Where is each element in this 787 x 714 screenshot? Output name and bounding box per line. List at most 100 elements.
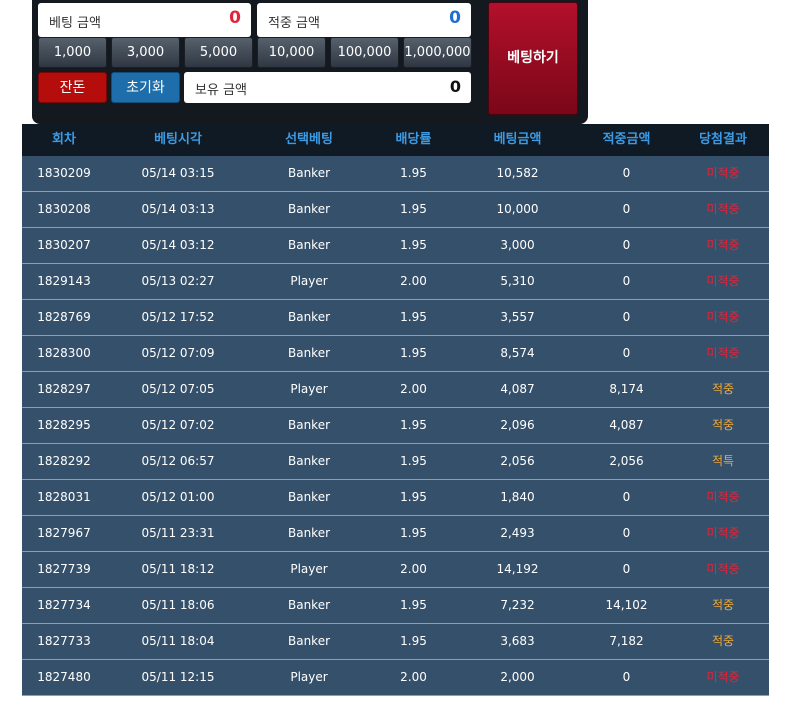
cell-round: 1827733: [37, 634, 91, 648]
table-row: 1827480 05/11 12:15 Player 2.00 2,000 0 미적중: [22, 660, 769, 696]
cell-bet-time: 05/14 03:13: [141, 202, 215, 216]
cell-odds: 1.95: [400, 490, 427, 504]
cell-odds: 1.95: [400, 202, 427, 216]
cell-round: 1827739: [37, 562, 91, 576]
table-row: 1830207 05/14 03:12 Banker 1.95 3,000 0 미적중: [22, 228, 769, 264]
cell-bet-amount: 4,087: [500, 382, 535, 396]
cell-result: 미적중: [706, 346, 740, 360]
cell-round: 1828295: [37, 418, 91, 432]
cell-selection: Banker: [287, 418, 331, 432]
table-row: 1828297 05/12 07:05 Player 2.00 4,087 8,174 적중: [22, 372, 769, 408]
table-row: 1827739 05/11 18:12 Player 2.00 14,192 0 미적중: [22, 552, 769, 588]
header-win-amount: 적중금액: [602, 132, 651, 147]
cell-win-amount: 0: [622, 274, 631, 288]
cell-bet-time: 05/12 01:00: [141, 490, 215, 504]
table-body: 1830209 05/14 03:15 Banker 1.95 10,582 0 미적중 18…: [22, 156, 769, 696]
cell-result: 적중: [711, 418, 735, 432]
cell-bet-time: 05/13 02:27: [141, 274, 215, 288]
cell-bet-amount: 5,310: [500, 274, 535, 288]
cell-win-amount: 0: [622, 490, 631, 504]
balance-button[interactable]: 잔돈: [38, 72, 107, 103]
chip-10000-button[interactable]: 10,000: [257, 37, 326, 68]
header-bet-amount: 베팅금액: [493, 132, 542, 147]
header-result: 당첨결과: [699, 132, 747, 147]
cell-round: 1828031: [37, 490, 91, 504]
cell-odds: 2.00: [400, 382, 427, 396]
cell-bet-time: 05/14 03:15: [141, 166, 215, 180]
cell-win-amount: 0: [622, 562, 631, 576]
cell-odds: 1.95: [400, 166, 427, 180]
cell-odds: 1.95: [400, 634, 427, 648]
cell-selection: Player: [290, 382, 328, 396]
table-row: 1827733 05/11 18:04 Banker 1.95 3,683 7,182 적중: [22, 624, 769, 660]
cell-bet-amount: 2,096: [500, 418, 535, 432]
cell-bet-time: 05/11 12:15: [141, 670, 215, 684]
cell-odds: 1.95: [400, 598, 427, 612]
holding-amount-field: 보유 금액 0: [184, 72, 471, 103]
reset-button[interactable]: 초기화: [111, 72, 180, 103]
table-row: 1827967 05/11 23:31 Banker 1.95 2,493 0 미적중: [22, 516, 769, 552]
cell-bet-amount: 2,000: [500, 670, 535, 684]
cell-result: 미적중: [706, 202, 740, 216]
table-row: 1830209 05/14 03:15 Banker 1.95 10,582 0 미적중: [22, 156, 769, 192]
cell-round: 1829143: [37, 274, 91, 288]
cell-bet-amount: 8,574: [500, 346, 535, 360]
cell-result: 미적중: [706, 310, 740, 324]
table-row: 1828769 05/12 17:52 Banker 1.95 3,557 0 미적중: [22, 300, 769, 336]
cell-bet-time: 05/12 17:52: [141, 310, 215, 324]
cell-win-amount: 0: [622, 346, 631, 360]
cell-bet-time: 05/12 06:57: [141, 454, 215, 468]
cell-round: 1827734: [37, 598, 91, 612]
cell-bet-time: 05/12 07:05: [141, 382, 215, 396]
cell-bet-time: 05/12 07:09: [141, 346, 215, 360]
table-row: 1828295 05/12 07:02 Banker 1.95 2,096 4,087 적중: [22, 408, 769, 444]
cell-win-amount: 0: [622, 310, 631, 324]
cell-bet-time: 05/11 18:04: [141, 634, 215, 648]
cell-bet-time: 05/14 03:12: [141, 238, 215, 252]
bet-amount-value: 0: [229, 8, 241, 28]
cell-win-amount: 0: [622, 526, 631, 540]
cell-round: 1827967: [37, 526, 91, 540]
cell-selection: Banker: [287, 310, 331, 324]
chip-5000-button[interactable]: 5,000: [184, 37, 253, 68]
chip-3000-button[interactable]: 3,000: [111, 37, 180, 68]
header-selection: 선택베팅: [285, 132, 333, 147]
cell-round: 1828300: [37, 346, 91, 360]
place-bet-button[interactable]: 베팅하기: [488, 2, 578, 115]
cell-bet-amount: 2,056: [500, 454, 535, 468]
cell-selection: Banker: [287, 598, 331, 612]
cell-result: 미적중: [706, 562, 740, 576]
chip-1000-button[interactable]: 1,000: [38, 37, 107, 68]
table-row: 1827734 05/11 18:06 Banker 1.95 7,232 14,102 적…: [22, 588, 769, 624]
cell-win-amount: 8,174: [609, 382, 644, 396]
cell-round: 1830208: [37, 202, 91, 216]
cell-win-amount: 7,182: [609, 634, 644, 648]
chip-100000-button[interactable]: 100,000: [330, 37, 399, 68]
cell-bet-amount: 10,582: [496, 166, 539, 180]
cell-round: 1827480: [37, 670, 91, 684]
bet-history-table: 회차 베팅시각 선택베팅 배당률 베팅금액 적중금액 당첨결과 1830209 0…: [22, 124, 769, 696]
cell-odds: 1.95: [400, 418, 427, 432]
bet-amount-field[interactable]: 베팅 금액 0: [38, 3, 251, 37]
cell-selection: Player: [290, 274, 328, 288]
cell-selection: Player: [290, 670, 328, 684]
cell-round: 1830207: [37, 238, 91, 252]
cell-bet-amount: 2,493: [500, 526, 535, 540]
cell-bet-amount: 3,683: [500, 634, 535, 648]
cell-result: 미적중: [706, 166, 740, 180]
cell-bet-time: 05/12 07:02: [141, 418, 215, 432]
table-row: 1828300 05/12 07:09 Banker 1.95 8,574 0 미적중: [22, 336, 769, 372]
cell-selection: Banker: [287, 202, 331, 216]
cell-result: 미적중: [706, 526, 740, 540]
header-odds: 배당률: [395, 132, 432, 147]
cell-round: 1830209: [37, 166, 91, 180]
holding-amount-label: 보유 금액: [195, 83, 247, 98]
cell-odds: 1.95: [400, 454, 427, 468]
chip-1000000-button[interactable]: 1,000,000: [403, 37, 472, 68]
win-amount-label: 적중 금액: [268, 16, 320, 31]
cell-selection: Banker: [287, 166, 331, 180]
cell-bet-time: 05/11 18:12: [141, 562, 215, 576]
cell-odds: 1.95: [400, 310, 427, 324]
cell-odds: 2.00: [400, 670, 427, 684]
cell-round: 1828292: [37, 454, 91, 468]
